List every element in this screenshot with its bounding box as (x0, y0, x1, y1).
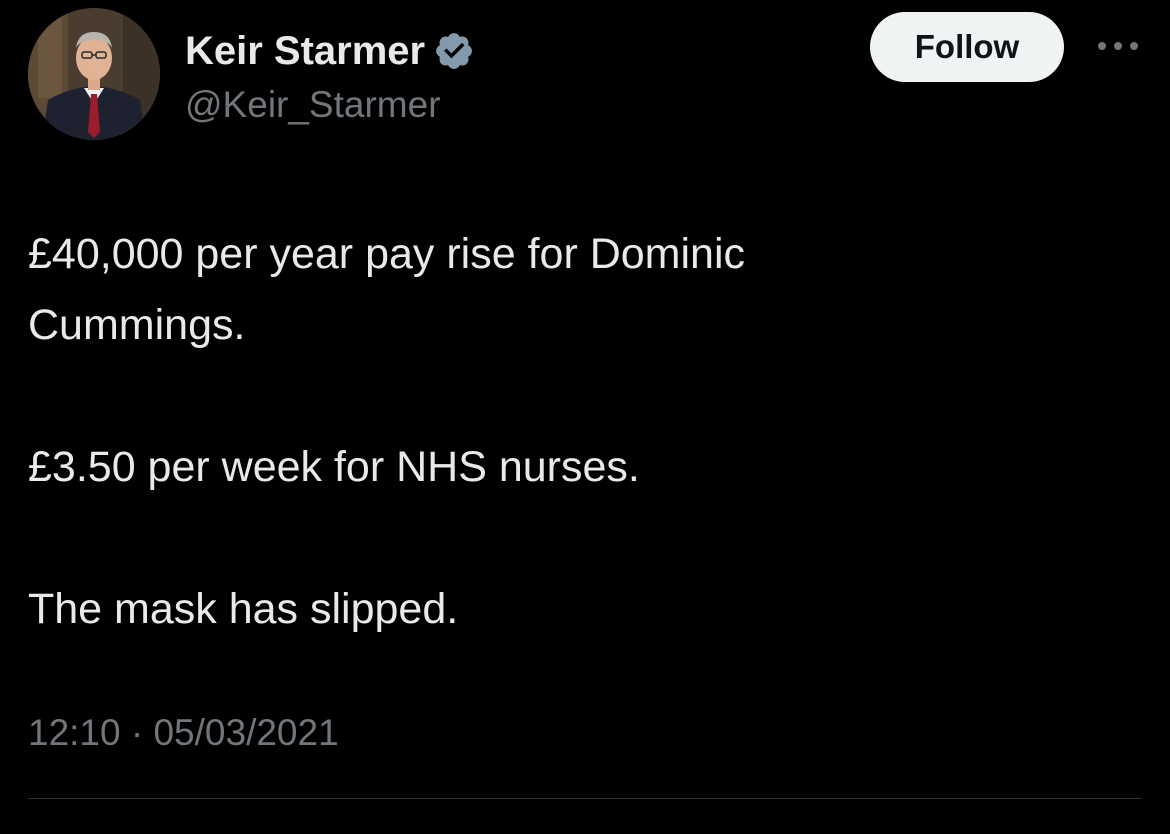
divider (28, 798, 1142, 799)
timestamp-separator: · (130, 712, 144, 753)
tweet-timestamp[interactable]: 12:10 · 05/03/2021 (28, 712, 339, 754)
tweet-date: 05/03/2021 (153, 712, 339, 753)
author-info: Keir Starmer @Keir_Starmer (185, 26, 475, 126)
profile-photo-icon (28, 8, 160, 140)
tweet-text: £40,000 per year pay rise for Dominic Cu… (28, 219, 1128, 645)
verified-badge-icon[interactable] (433, 30, 475, 72)
tweet-line: The mask has slipped. (28, 585, 459, 633)
name-row: Keir Starmer (185, 26, 475, 76)
more-dots-icon (1098, 42, 1138, 50)
avatar[interactable] (28, 8, 160, 140)
more-options-button[interactable] (1094, 34, 1142, 58)
tweet-line: £3.50 per week for NHS nurses. (28, 443, 640, 491)
tweet-line: £40,000 per year pay rise for Dominic (28, 230, 746, 278)
tweet-card: Keir Starmer @Keir_Starmer Follow £40,00… (0, 0, 1170, 834)
follow-button[interactable]: Follow (870, 12, 1064, 82)
display-name[interactable]: Keir Starmer (185, 29, 425, 74)
tweet-header: Keir Starmer @Keir_Starmer Follow (28, 8, 1148, 148)
tweet-line: Cummings. (28, 301, 246, 349)
tweet-time: 12:10 (28, 712, 121, 753)
author-handle[interactable]: @Keir_Starmer (185, 84, 475, 126)
